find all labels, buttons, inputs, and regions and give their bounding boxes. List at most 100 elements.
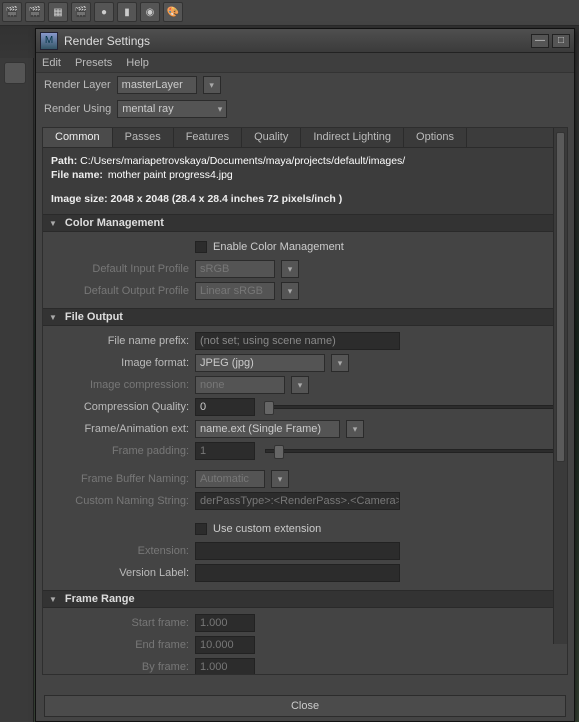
collapse-icon: ▼: [49, 595, 57, 604]
vertical-scrollbar[interactable]: [553, 128, 567, 644]
compression-quality-slider[interactable]: [265, 405, 561, 409]
frame-ext-select[interactable]: name.ext (Single Frame): [195, 420, 340, 438]
section-body-frame-range: Start frame: 1.000 End frame: 10.000 By …: [43, 608, 567, 674]
use-custom-extension-label: Use custom extension: [213, 523, 321, 535]
start-frame-label: Start frame:: [49, 617, 189, 629]
settings-tabs: Common Passes Features Quality Indirect …: [43, 128, 567, 148]
toolbar-icon-1[interactable]: 🎬: [2, 2, 22, 22]
image-size-text: Image size: 2048 x 2048 (28.4 x 28.4 inc…: [51, 193, 342, 205]
section-head-frame-range[interactable]: ▼ Frame Range: [43, 590, 567, 608]
titlebar[interactable]: M Render Settings — □: [36, 29, 574, 53]
enable-color-management-label: Enable Color Management: [213, 241, 344, 253]
tab-options[interactable]: Options: [404, 128, 467, 147]
menu-edit[interactable]: Edit: [42, 57, 61, 69]
section-title-frame-range: Frame Range: [65, 593, 135, 605]
image-compression-label: Image compression:: [49, 379, 189, 391]
frame-padding-slider: [265, 449, 561, 453]
frame-ext-value: name.ext (Single Frame): [200, 423, 321, 435]
toolbar-icon-6[interactable]: ▮: [117, 2, 137, 22]
menu-presets[interactable]: Presets: [75, 57, 112, 69]
tab-passes[interactable]: Passes: [113, 128, 174, 147]
default-output-profile-label: Default Output Profile: [49, 285, 189, 297]
by-frame-input: 1.000: [195, 658, 255, 674]
version-label-input[interactable]: [195, 564, 400, 582]
maximize-button[interactable]: □: [552, 34, 570, 48]
frame-buffer-naming-value: Automatic: [200, 473, 249, 485]
close-button-label: Close: [291, 700, 319, 712]
info-block: Path: C:/Users/mariapetrovskaya/Document…: [43, 148, 567, 214]
toolbar-icon-4[interactable]: 🎬: [71, 2, 91, 22]
settings-panel: Common Passes Features Quality Indirect …: [42, 127, 568, 675]
scrollbar-thumb[interactable]: [556, 132, 565, 462]
panel-body: ▼ Color Management Enable Color Manageme…: [43, 214, 567, 674]
toolbar-icon-5[interactable]: ●: [94, 2, 114, 22]
frame-buffer-naming-caret: ▾: [271, 470, 289, 488]
section-head-color-management[interactable]: ▼ Color Management: [43, 214, 567, 232]
slider-thumb: [274, 445, 284, 459]
render-using-value: mental ray: [122, 103, 173, 115]
tab-indirect-lighting[interactable]: Indirect Lighting: [301, 128, 404, 147]
render-layer-select[interactable]: masterLayer: [117, 76, 197, 94]
image-format-select[interactable]: JPEG (jpg): [195, 354, 325, 372]
toolbar-icon-7[interactable]: ◉: [140, 2, 160, 22]
section-head-file-output[interactable]: ▼ File Output: [43, 308, 567, 326]
frame-buffer-naming-select: Automatic: [195, 470, 265, 488]
end-frame-label: End frame:: [49, 639, 189, 651]
by-frame-label: By frame:: [49, 661, 189, 673]
image-format-caret[interactable]: ▾: [331, 354, 349, 372]
default-output-profile-value: Linear sRGB: [200, 285, 263, 297]
extension-input: [195, 542, 400, 560]
chevron-down-icon: ▾: [218, 104, 223, 115]
shelf-icon-1[interactable]: [4, 62, 26, 84]
use-custom-extension-checkbox[interactable]: [195, 523, 207, 535]
file-name-prefix-input[interactable]: (not set; using scene name): [195, 332, 400, 350]
menu-help[interactable]: Help: [126, 57, 149, 69]
close-button[interactable]: Close: [44, 695, 566, 717]
compression-quality-label: Compression Quality:: [49, 401, 189, 413]
render-using-row: Render Using mental ray ▾: [36, 97, 574, 121]
frame-padding-input: 1: [195, 442, 255, 460]
default-input-profile-select: sRGB: [195, 260, 275, 278]
enable-color-management-checkbox[interactable]: [195, 241, 207, 253]
collapse-icon: ▼: [49, 313, 57, 322]
filename-label: File name:: [51, 169, 103, 181]
render-layer-dropdown-icon[interactable]: ▾: [203, 76, 221, 94]
image-format-label: Image format:: [49, 357, 189, 369]
start-frame-input: 1.000: [195, 614, 255, 632]
toolbar-icon-8[interactable]: 🎨: [163, 2, 183, 22]
tab-features[interactable]: Features: [174, 128, 242, 147]
render-layer-value: masterLayer: [122, 79, 183, 91]
slider-thumb[interactable]: [264, 401, 274, 415]
menubar: Edit Presets Help: [36, 53, 574, 73]
section-body-file-output: File name prefix: (not set; using scene …: [43, 326, 567, 590]
render-using-select[interactable]: mental ray ▾: [117, 100, 227, 118]
frame-ext-label: Frame/Animation ext:: [49, 423, 189, 435]
default-input-profile-caret: ▾: [281, 260, 299, 278]
compression-quality-input[interactable]: 0: [195, 398, 255, 416]
collapse-icon: ▼: [49, 219, 57, 228]
render-using-label: Render Using: [44, 103, 111, 115]
app-icon: M: [40, 32, 58, 50]
render-layer-row: Render Layer masterLayer ▾: [36, 73, 574, 97]
default-input-profile-label: Default Input Profile: [49, 263, 189, 275]
frame-ext-caret[interactable]: ▾: [346, 420, 364, 438]
minimize-button[interactable]: —: [531, 34, 549, 48]
toolbar-icon-2[interactable]: 🎬: [25, 2, 45, 22]
image-format-value: JPEG (jpg): [200, 357, 254, 369]
default-output-profile-caret: ▾: [281, 282, 299, 300]
app-shelf: [0, 58, 34, 722]
file-name-prefix-label: File name prefix:: [49, 335, 189, 347]
image-compression-value: none: [200, 379, 224, 391]
tab-common[interactable]: Common: [43, 128, 113, 147]
section-title-file-output: File Output: [65, 311, 123, 323]
tab-quality[interactable]: Quality: [242, 128, 301, 147]
default-input-profile-value: sRGB: [200, 263, 229, 275]
render-settings-dialog: M Render Settings — □ Edit Presets Help …: [35, 28, 575, 722]
toolbar-icon-3[interactable]: ▦: [48, 2, 68, 22]
path-value: C:/Users/mariapetrovskaya/Documents/maya…: [80, 155, 405, 167]
custom-naming-string-label: Custom Naming String:: [49, 495, 189, 507]
image-compression-select: none: [195, 376, 285, 394]
render-layer-label: Render Layer: [44, 79, 111, 91]
version-label-label: Version Label:: [49, 567, 189, 579]
section-body-color-management: Enable Color Management Default Input Pr…: [43, 232, 567, 308]
